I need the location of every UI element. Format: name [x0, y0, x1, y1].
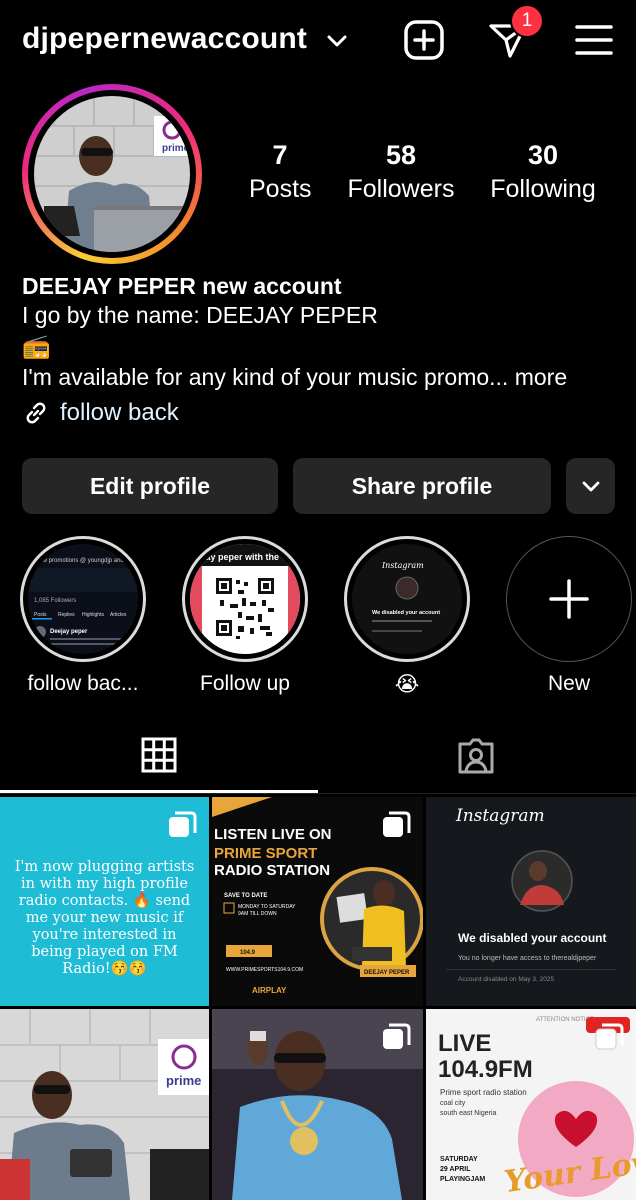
post-tile[interactable]: prime: [0, 1009, 209, 1200]
p3-sub: You no longer have access to therealdjpe…: [458, 955, 597, 962]
p2-freq: 104.9: [240, 950, 256, 956]
h1-tab-posts: Posts: [34, 612, 47, 618]
p2-save: SAVE TO DATE: [224, 893, 267, 899]
followers-label: Followers: [347, 175, 455, 203]
post-tile[interactable]: I'm now plugging artists in with my high…: [0, 797, 209, 1006]
bio-text: I'm available for any kind of your music…: [22, 364, 509, 390]
highlight-thumb: new promotions @ youngdjp and 1,085 Foll…: [28, 544, 138, 654]
highlight-label: Follow up: [200, 672, 290, 695]
h1-top-text: new promotions @ youngdjp and: [36, 558, 124, 564]
p2-airplay: AIRPLAY: [252, 986, 287, 995]
highlight-label: New: [547, 672, 590, 695]
post-image: Instagram We disabled your account You n…: [426, 797, 636, 1006]
svg-text:prime: prime: [162, 143, 190, 154]
new-highlight-button[interactable]: New: [506, 536, 632, 696]
p3-date: Account disabled on May 3, 2025: [458, 976, 555, 983]
followers-count: 58: [385, 140, 417, 170]
chevron-down-icon[interactable]: [322, 26, 352, 56]
carousel-icon: [169, 811, 197, 837]
bio-emoji: 📻: [22, 333, 51, 359]
highlight-label: follow bac...: [27, 672, 139, 695]
post-tile[interactable]: [212, 1009, 423, 1200]
menu-icon[interactable]: [572, 18, 616, 62]
p6-region: south east Nigeria: [440, 1110, 497, 1117]
h2-top-text: ...ay peper with the: [198, 552, 279, 562]
notification-badge: 1: [510, 4, 544, 38]
p6-date3: PLAYINGJAM: [440, 1176, 485, 1183]
h3-brand: Instagram: [381, 561, 424, 570]
h1-name: Deejay peper: [50, 629, 88, 635]
p4-brand: prime: [166, 1073, 201, 1088]
h1-tab-replies: Replies: [58, 612, 75, 618]
post-tile[interactable]: ATTENTION NOTICE LIVE 104.9FM Prime spor…: [426, 1009, 636, 1200]
p2-url: WWW.PRIMESPORTS104.9.COM: [226, 967, 303, 973]
bio-line-2: I'm available for any kind of your music…: [22, 362, 622, 393]
display-name: DEEJAY PEPER new account: [22, 273, 342, 299]
chevron-down-icon: [582, 481, 599, 492]
h1-tab-highlights: Highlights: [82, 612, 104, 618]
post-caption-text: I'm now plugging artists in with my high…: [14, 859, 195, 977]
following-stat[interactable]: 30 Following: [488, 140, 598, 204]
edit-profile-button[interactable]: Edit profile: [22, 458, 278, 514]
p6-notice: ATTENTION NOTICE: [536, 1017, 594, 1023]
highlight-crying[interactable]: Instagram We disabled your account 😭: [344, 536, 470, 697]
p2-time: 9AM TILL DOWN: [238, 911, 277, 917]
h3-title: We disabled your account: [372, 610, 440, 616]
posts-count: 7: [272, 140, 288, 170]
profile-avatar[interactable]: prime: [22, 84, 202, 264]
p6-station: Prime sport radio station: [440, 1088, 527, 1097]
p2-dj: DEEJAY PEPER: [364, 970, 410, 976]
top-bar: djpepernewaccount 1: [0, 0, 636, 82]
username-title[interactable]: djpepernewaccount: [22, 22, 307, 56]
highlight-thumb: Instagram We disabled your account: [352, 544, 462, 654]
link-icon: [26, 402, 46, 424]
following-label: Following: [490, 175, 596, 203]
avatar-photo: prime: [34, 96, 190, 252]
p3-title: We disabled your account: [458, 931, 606, 945]
h1-followers: 1,085 Followers: [34, 598, 76, 604]
p3-brand: Instagram: [455, 806, 545, 826]
carousel-icon: [383, 1023, 411, 1049]
carousel-icon: [383, 811, 411, 837]
tagged-icon[interactable]: [456, 736, 496, 776]
grid-icon[interactable]: [140, 736, 178, 774]
post-tile[interactable]: Instagram We disabled your account You n…: [426, 797, 636, 1006]
p6-city: coal city: [440, 1100, 466, 1107]
p6-date2: 29 APRIL: [440, 1166, 471, 1173]
share-profile-button[interactable]: Share profile: [293, 458, 551, 514]
link-text: follow back: [60, 399, 179, 426]
following-count: 30: [527, 140, 559, 170]
post-tile[interactable]: LISTEN LIVE ON PRIME SPORT RADIO STATION…: [212, 797, 423, 1006]
highlight-label: 😭: [394, 673, 420, 696]
p6-date1: SATURDAY: [440, 1156, 478, 1163]
bio-link[interactable]: follow back: [22, 399, 622, 427]
p2-title-2: PRIME SPORT: [214, 845, 317, 862]
profile-tabs: [0, 722, 636, 794]
posts-label: Posts: [249, 175, 312, 203]
h1-tab-articles: Articles: [110, 612, 127, 618]
highlight-follow-back[interactable]: new promotions @ youngdjp and 1,085 Foll…: [20, 536, 146, 696]
post-image: prime: [0, 1009, 209, 1200]
p2-title-3: RADIO STATION: [214, 862, 330, 879]
highlight-follow-up[interactable]: ...ay peper with the Follow up: [182, 536, 308, 696]
suggested-people-button[interactable]: [566, 458, 615, 514]
p6-live: LIVE: [438, 1030, 491, 1057]
p2-title-1: LISTEN LIVE ON: [214, 826, 332, 843]
posts-stat[interactable]: 7 Posts: [249, 140, 312, 204]
bio-line-1: I go by the name: DEEJAY PEPER: [22, 302, 378, 328]
tab-divider: [0, 793, 636, 794]
followers-stat[interactable]: 58 Followers: [346, 140, 456, 204]
highlight-thumb: ...ay peper with the: [190, 544, 300, 654]
create-post-icon[interactable]: [402, 18, 446, 62]
carousel-icon: [595, 1023, 624, 1050]
p2-days: MONDAY TO SATURDAY: [238, 904, 296, 910]
plus-icon: [548, 578, 589, 619]
more-link[interactable]: more: [515, 364, 567, 390]
p6-freq: 104.9FM: [438, 1056, 533, 1083]
profile-bio: DEEJAY PEPER new account I go by the nam…: [22, 272, 622, 427]
